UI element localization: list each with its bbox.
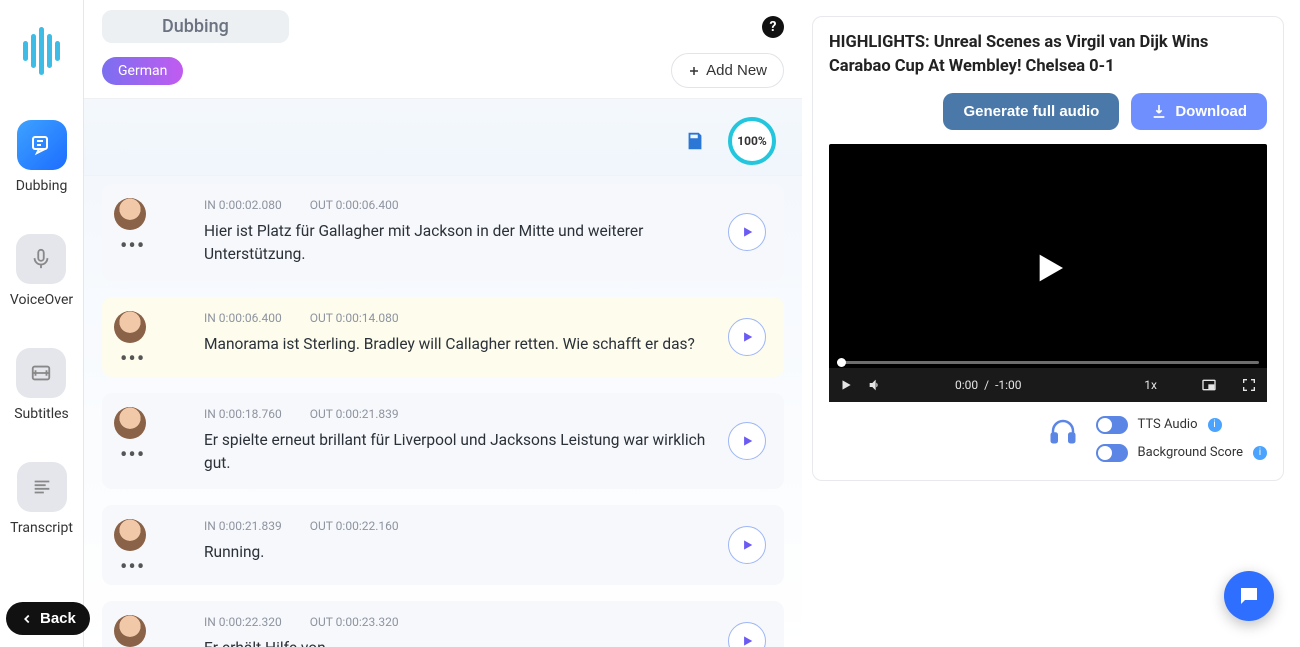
video-panel: HIGHLIGHTS: Unreal Scenes as Virgil van … [812,16,1284,481]
language-chip[interactable]: German [102,57,183,85]
segment-play-button[interactable] [728,622,766,647]
save-icon[interactable] [684,130,706,152]
segment-text: Er erhält Hilfe von. [204,637,712,647]
right-panel: HIGHLIGHTS: Unreal Scenes as Virgil van … [802,0,1300,647]
out-time: OUT 0:00:22.160 [310,519,399,533]
video-player[interactable]: 0:00 / -1:00 1x [829,144,1267,402]
in-time: IN 0:00:21.839 [204,519,282,533]
segment-row[interactable]: ••• IN 0:00:21.839 OUT 0:00:22.160 Running. [102,505,784,585]
segment-row[interactable]: ••• IN 0:00:06.400 OUT 0:00:14.080 Manorama… [102,297,784,377]
back-button[interactable]: Back [6,602,90,635]
speaker-avatar [114,198,146,230]
playback-rate[interactable]: 1x [1144,378,1157,392]
speaker-avatar [114,519,146,551]
more-menu[interactable]: ••• [120,347,145,372]
add-new-label: Add New [706,62,767,79]
segment-play-button[interactable] [728,422,766,460]
nav-voiceover[interactable]: VoiceOver [10,234,73,308]
segment-text: Running. [204,541,712,564]
in-time: IN 0:00:02.080 [204,198,282,212]
background-score-toggle[interactable] [1096,444,1128,462]
play-icon[interactable] [1028,248,1068,288]
speaker-avatar [114,407,146,439]
download-icon [1151,103,1167,119]
segment-row[interactable]: ••• IN 0:00:02.080 OUT 0:00:06.400 Hier ist… [102,184,784,281]
arrow-left-icon [20,612,34,626]
out-time: OUT 0:00:14.080 [310,311,399,325]
sidebar: Dubbing VoiceOver Subtitles Transcript B… [0,0,84,647]
main-column: Dubbing ? German Add New 100% ••• IN 0:00… [84,0,802,647]
segment-play-button[interactable] [728,318,766,356]
fullscreen-icon[interactable] [1241,377,1257,393]
segment-text: Hier ist Platz für Gallagher mit Jackson… [204,220,712,267]
more-menu[interactable]: ••• [120,234,145,259]
plus-icon [688,65,700,77]
transcript-icon [17,462,67,512]
in-time: IN 0:00:18.760 [204,407,282,421]
app-logo [17,22,67,80]
play-icon [740,434,754,448]
nav-dubbing[interactable]: Dubbing [16,120,68,194]
nav-label: VoiceOver [10,292,73,308]
nav-subtitles[interactable]: Subtitles [14,348,69,422]
nav-label: Transcript [10,520,73,536]
play-icon [740,225,754,239]
microphone-icon [16,234,66,284]
video-duration: -1:00 [995,378,1021,392]
audio-toggles: TTS Audio i Background Score i [829,416,1267,462]
play-icon [740,538,754,552]
in-time: IN 0:00:22.320 [204,615,282,629]
more-menu[interactable]: ••• [120,443,145,468]
page-title: Dubbing [102,10,289,43]
nav-label: Dubbing [16,178,68,194]
segment-play-button[interactable] [728,526,766,564]
play-icon [740,330,754,344]
toolbar-strip: 100% [84,99,802,176]
segment-play-button[interactable] [728,213,766,251]
video-controls: 0:00 / -1:00 1x [829,368,1267,402]
segment-row[interactable]: •••IN 0:00:22.320OUT 0:00:23.320Er erhäl… [102,601,784,647]
dubbing-icon [17,120,67,170]
download-button[interactable]: Download [1131,93,1267,130]
in-time: IN 0:00:06.400 [204,311,282,325]
tts-label: TTS Audio [1138,417,1198,432]
out-time: OUT 0:00:06.400 [310,198,399,212]
volume-icon[interactable] [867,377,883,393]
title-row: Dubbing ? [84,0,802,47]
bg-label: Background Score [1138,445,1243,460]
play-icon [740,634,754,647]
subtitles-icon [16,348,66,398]
nav-label: Subtitles [14,406,69,422]
segment-row[interactable]: ••• IN 0:00:18.760 OUT 0:00:21.839 Er spiel… [102,393,784,490]
back-label: Back [40,610,76,627]
video-timeline[interactable] [837,361,1259,364]
progress-ring: 100% [728,117,776,165]
add-new-button[interactable]: Add New [671,53,784,88]
chat-fab[interactable] [1224,571,1274,621]
info-icon[interactable]: i [1208,418,1222,432]
segments-list[interactable]: ••• IN 0:00:02.080 OUT 0:00:06.400 Hier ist… [84,176,802,647]
speaker-avatar [114,311,146,343]
segment-text: Manorama ist Sterling. Bradley will Call… [204,333,712,356]
help-icon[interactable]: ? [762,16,784,38]
info-icon[interactable]: i [1253,446,1267,460]
video-current-time: 0:00 [955,378,978,392]
video-title: HIGHLIGHTS: Unreal Scenes as Virgil van … [829,31,1267,79]
language-row: German Add New [84,47,802,99]
nav-transcript[interactable]: Transcript [10,462,73,536]
generate-audio-button[interactable]: Generate full audio [943,93,1119,130]
speaker-avatar [114,615,146,647]
out-time: OUT 0:00:23.320 [310,615,399,629]
chat-icon [1237,584,1261,608]
more-menu[interactable]: ••• [120,555,145,580]
segment-text: Er spielte erneut brillant für Liverpool… [204,429,712,476]
out-time: OUT 0:00:21.839 [310,407,399,421]
play-small-icon[interactable] [839,378,853,392]
tts-toggle[interactable] [1096,416,1128,434]
pip-icon[interactable] [1201,377,1217,393]
headphones-icon [1048,416,1078,446]
